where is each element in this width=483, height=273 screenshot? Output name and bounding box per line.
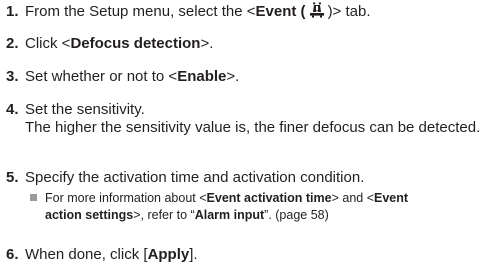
step-6: 6. When done, click [Apply]. (6, 246, 198, 264)
step-text-end: >. (200, 35, 214, 52)
event-tab-label: Event ( (255, 3, 306, 20)
note-text: For more information about < (45, 191, 207, 205)
step-text: Set whether or not to < (25, 68, 178, 85)
apply-label: Apply (147, 246, 190, 263)
defocus-detection-label: Defocus detection (70, 35, 201, 52)
step-text: When done, click [ (25, 246, 148, 263)
enable-label: Enable (177, 68, 227, 85)
step-text-end: ]. (189, 246, 198, 263)
note-bullet-icon (30, 194, 37, 201)
step-number: 1. (6, 3, 19, 20)
step-text: From the Setup menu, select the < (25, 3, 256, 20)
step-2: 2. Click <Defocus detection>. (6, 35, 213, 53)
step-5: 5. Specify the activation time and activa… (6, 169, 364, 187)
event-label: Event (374, 191, 409, 205)
step-text: Click < (25, 35, 71, 52)
step-4: 4. Set the sensitivity. The higher the se… (6, 101, 483, 137)
action-settings-label: action settings (45, 208, 134, 222)
step-number: 3. (6, 68, 19, 85)
note-text: > and < (331, 191, 374, 205)
event-activation-time-label: Event activation time (206, 191, 332, 205)
step-1: 1. From the Setup menu, select the <Event… (6, 2, 371, 23)
step-number: 6. (6, 246, 19, 263)
note-text: >, refer to “ (133, 208, 195, 222)
note-text: ”. (page 58) (264, 208, 329, 222)
step-number: 2. (6, 35, 19, 52)
event-icon (309, 2, 325, 23)
note-continuation: action settings>, refer to “Alarm input”… (30, 207, 408, 224)
alarm-input-label: Alarm input (194, 208, 265, 222)
step-number: 5. (6, 169, 19, 186)
note: For more information about <Event activa… (30, 190, 408, 224)
step-3: 3. Set whether or not to <Enable>. (6, 68, 239, 86)
step-text-end: )> tab. (327, 3, 371, 20)
step-text: Specify the activation time and activati… (25, 169, 365, 186)
step-description: The higher the sensitivity value is, the… (25, 119, 481, 136)
step-number: 4. (6, 101, 19, 118)
step-text-end: >. (226, 68, 240, 85)
step-text: Set the sensitivity. (25, 101, 145, 118)
manual-page: 1. From the Setup menu, select the <Event… (0, 0, 483, 273)
